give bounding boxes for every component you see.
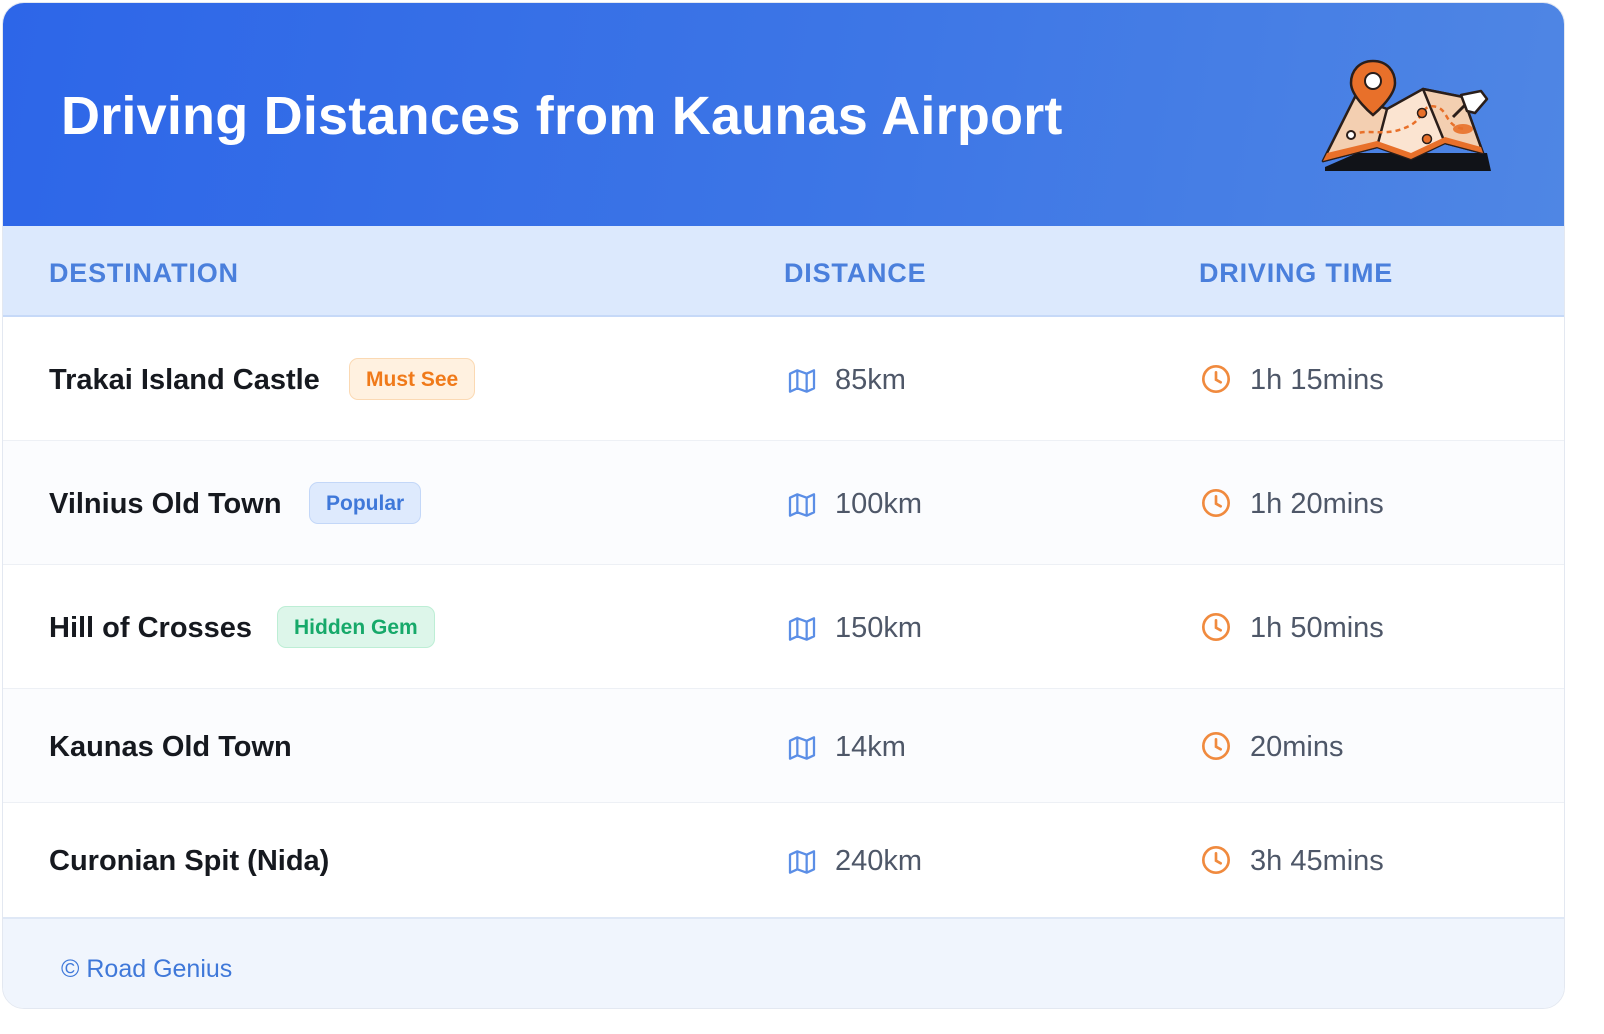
card-header: Driving Distances from Kaunas Airport (3, 3, 1564, 226)
column-header-distance: DISTANCE (784, 258, 927, 288)
status-badge: Hidden Gem (277, 606, 435, 648)
table-row: Hill of Crosses Hidden Gem 150km 1h 50mi… (3, 565, 1564, 689)
distance-value: 240km (835, 845, 923, 877)
map-icon (788, 369, 816, 393)
map-icon (788, 617, 816, 641)
driving-time-value: 1h 15mins (1250, 364, 1384, 396)
table-body: Trakai Island Castle Must See 85km 1h 15… (3, 317, 1564, 917)
distance-value: 85km (835, 364, 906, 396)
destination-name: Hill of Crosses (49, 612, 253, 644)
column-header-driving-time: DRIVING TIME (1199, 258, 1394, 288)
table-row: Trakai Island Castle Must See 85km 1h 15… (3, 317, 1564, 441)
column-header-destination: DESTINATION (49, 258, 239, 288)
folded-map-with-pins-icon (1321, 59, 1491, 171)
map-icon (788, 736, 816, 760)
driving-time-value: 3h 45mins (1250, 845, 1384, 877)
destination-name: Curonian Spit (Nida) (49, 845, 330, 877)
copyright-link[interactable]: © Road Genius (61, 955, 232, 984)
driving-time-value: 20mins (1250, 731, 1344, 763)
clock-icon (1202, 365, 1230, 393)
status-badge: Popular (309, 482, 422, 524)
driving-time-value: 1h 50mins (1250, 612, 1384, 644)
page-title: Driving Distances from Kaunas Airport (61, 86, 1063, 146)
map-icon (788, 850, 816, 874)
destination-name: Trakai Island Castle (49, 364, 320, 396)
table-row: Vilnius Old Town Popular 100km 1h 20mins (3, 441, 1564, 565)
clock-icon (1202, 732, 1230, 760)
driving-time-value: 1h 20mins (1250, 488, 1384, 520)
status-badge: Must See (349, 358, 476, 400)
destination-name: Vilnius Old Town (49, 488, 282, 520)
table-row: Curonian Spit (Nida) 240km 3h 45mins (3, 803, 1564, 917)
destination-name: Kaunas Old Town (49, 731, 292, 763)
clock-icon (1202, 489, 1230, 517)
map-icon (788, 493, 816, 517)
distance-table-card: Driving Distances from Kaunas Airport DE… (2, 2, 1565, 1009)
distance-value: 150km (835, 612, 923, 644)
distance-value: 14km (835, 731, 906, 763)
distance-value: 100km (835, 488, 923, 520)
column-header-row: DESTINATION DISTANCE DRIVING TIME (3, 226, 1564, 317)
card-footer: © Road Genius (3, 917, 1564, 1008)
clock-icon (1202, 846, 1230, 874)
clock-icon (1202, 613, 1230, 641)
table-row: Kaunas Old Town 14km 20mins (3, 689, 1564, 803)
